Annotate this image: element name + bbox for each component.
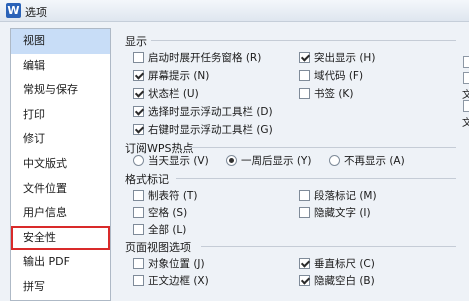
sidebar-item-file-location[interactable]: 文件位置 xyxy=(11,177,110,202)
view-options-panel: 显示 启动时展开任务窗格 (R) 屏幕提示 (N) 状态栏 (U) 选择时显示浮… xyxy=(119,28,469,301)
section-title-format-marks: 格式标记 xyxy=(125,173,169,186)
section-divider xyxy=(201,246,456,247)
section-divider xyxy=(189,147,456,148)
checkbox-box[interactable] xyxy=(133,258,144,269)
checkbox-highlight[interactable]: 突出显示 (H) xyxy=(299,50,375,65)
checkbox-hidden-text[interactable]: 隐藏文字 (I) xyxy=(299,205,371,220)
sidebar-item-general-save[interactable]: 常规与保存 xyxy=(11,78,110,103)
sidebar-item-label: 中文版式 xyxy=(23,156,67,170)
radio-circle[interactable] xyxy=(133,155,144,166)
sidebar-item-print[interactable]: 打印 xyxy=(11,103,110,128)
sidebar-item-label: 拼写 xyxy=(23,279,45,293)
sidebar-item-edit[interactable]: 编辑 xyxy=(11,54,110,79)
cropped-label: 文 xyxy=(462,118,469,129)
checkbox-box[interactable] xyxy=(299,275,310,286)
sidebar-item-label: 常规与保存 xyxy=(23,83,78,97)
checkbox-box[interactable] xyxy=(299,52,310,63)
checkbox-spaces[interactable]: 空格 (S) xyxy=(133,205,187,220)
sidebar-item-label: 修订 xyxy=(23,132,45,146)
checkbox-status-bar[interactable]: 状态栏 (U) xyxy=(133,86,199,101)
window-title: 选项 xyxy=(25,6,47,19)
checkbox-box[interactable] xyxy=(133,124,144,135)
checkbox-box[interactable] xyxy=(299,258,310,269)
sidebar-item-view[interactable]: 视图 xyxy=(11,29,110,54)
checkbox-box[interactable] xyxy=(133,88,144,99)
checkbox-box[interactable] xyxy=(299,70,310,81)
section-title-page-view: 页面视图选项 xyxy=(125,241,191,254)
sidebar-item-security[interactable]: 安全性 xyxy=(11,225,110,251)
checkbox-text-boundaries[interactable]: 正文边框 (X) xyxy=(133,273,209,288)
cropped-field[interactable] xyxy=(463,100,469,112)
checkbox-object-anchors[interactable]: 对象位置 (J) xyxy=(133,256,205,271)
radio-never-show[interactable]: 不再显示 (A) xyxy=(329,153,405,168)
sidebar-item-label: 编辑 xyxy=(23,58,45,72)
title-bar: W 选项 xyxy=(0,0,469,22)
checkbox-vertical-ruler[interactable]: 垂直标尺 (C) xyxy=(299,256,375,271)
radio-show-same-day[interactable]: 当天显示 (V) xyxy=(133,153,209,168)
checkbox-show-taskpane-on-start[interactable]: 启动时展开任务窗格 (R) xyxy=(133,50,261,65)
checkbox-box[interactable] xyxy=(133,224,144,235)
sidebar-item-label: 安全性 xyxy=(23,230,56,244)
cropped-field[interactable] xyxy=(463,56,469,68)
section-divider xyxy=(176,178,456,179)
section-divider xyxy=(151,40,456,41)
radio-circle[interactable] xyxy=(226,155,237,166)
checkbox-bookmarks[interactable]: 书签 (K) xyxy=(299,86,353,101)
checkbox-screen-tips[interactable]: 屏幕提示 (N) xyxy=(133,68,209,83)
sidebar-item-label: 视图 xyxy=(23,34,45,47)
checkbox-floating-toolbar-on-select[interactable]: 选择时显示浮动工具栏 (D) xyxy=(133,104,273,119)
sidebar-item-spelling[interactable]: 拼写 xyxy=(11,275,110,300)
radio-show-after-week[interactable]: 一周后显示 (Y) xyxy=(226,153,311,168)
cropped-right-panel: 文 文 xyxy=(460,28,469,301)
options-category-list: 视图 编辑 常规与保存 打印 修订 中文版式 文件位置 用户信息 安全性 输出 … xyxy=(10,28,111,301)
checkbox-box[interactable] xyxy=(133,52,144,63)
checkbox-box[interactable] xyxy=(133,190,144,201)
radio-circle[interactable] xyxy=(329,155,340,166)
cropped-label: 文 xyxy=(462,90,469,101)
sidebar-item-label: 用户信息 xyxy=(23,206,67,220)
wps-writer-icon: W xyxy=(6,3,21,18)
checkbox-all-marks[interactable]: 全部 (L) xyxy=(133,222,186,237)
checkbox-box[interactable] xyxy=(299,207,310,218)
sidebar-item-user-info[interactable]: 用户信息 xyxy=(11,201,110,226)
checkbox-floating-toolbar-on-rightclick[interactable]: 右键时显示浮动工具栏 (G) xyxy=(133,122,273,137)
checkbox-box[interactable] xyxy=(133,275,144,286)
sidebar-item-export-pdf[interactable]: 输出 PDF xyxy=(11,250,110,275)
checkbox-box[interactable] xyxy=(299,190,310,201)
sidebar-item-label: 输出 PDF xyxy=(23,255,70,269)
sidebar-item-label: 打印 xyxy=(23,107,45,121)
sidebar-item-revision[interactable]: 修订 xyxy=(11,127,110,152)
checkbox-box[interactable] xyxy=(299,88,310,99)
checkbox-box[interactable] xyxy=(133,70,144,81)
sidebar-item-chinese-layout[interactable]: 中文版式 xyxy=(11,152,110,177)
cropped-field[interactable] xyxy=(463,72,469,84)
section-title-display: 显示 xyxy=(125,35,147,48)
sidebar-item-label: 文件位置 xyxy=(23,181,67,195)
checkbox-field-codes[interactable]: 域代码 (F) xyxy=(299,68,363,83)
checkbox-tab-chars[interactable]: 制表符 (T) xyxy=(133,188,197,203)
checkbox-hide-whitespace[interactable]: 隐藏空白 (B) xyxy=(299,273,375,288)
checkbox-box[interactable] xyxy=(133,207,144,218)
checkbox-paragraph-marks[interactable]: 段落标记 (M) xyxy=(299,188,377,203)
checkbox-box[interactable] xyxy=(133,106,144,117)
